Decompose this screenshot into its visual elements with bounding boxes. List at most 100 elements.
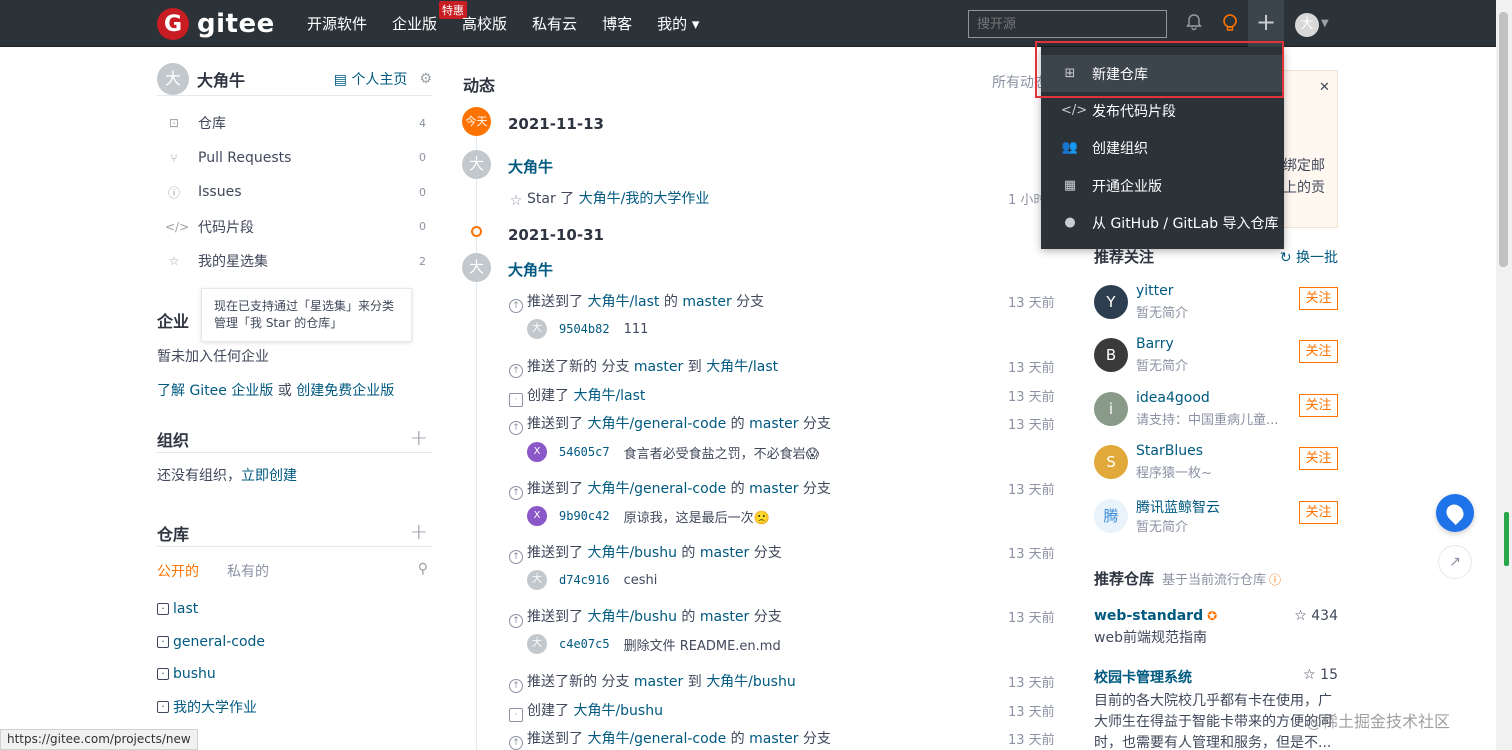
repo-item[interactable]: · general-code bbox=[157, 626, 432, 659]
add-org-icon[interactable]: + bbox=[410, 426, 428, 451]
follow-button[interactable]: 关注 bbox=[1299, 394, 1338, 417]
commit-sha[interactable]: 9504b82 bbox=[559, 322, 610, 336]
avatar[interactable]: X bbox=[527, 442, 547, 462]
avatar[interactable]: 大 bbox=[527, 319, 547, 339]
repo-link[interactable]: 大角牛/bushu bbox=[587, 609, 677, 625]
sidebar-item-pull-requests[interactable]: ⑂ Pull Requests 0 bbox=[157, 141, 432, 176]
assistant-float-button[interactable] bbox=[1436, 494, 1474, 532]
sidebar-item-stars[interactable]: ☆ 我的星选集 2 bbox=[157, 244, 432, 279]
follow-button[interactable]: 关注 bbox=[1299, 447, 1338, 470]
user-name[interactable]: idea4good bbox=[1136, 390, 1210, 406]
commit-sha[interactable]: d74c916 bbox=[559, 573, 610, 587]
share-icon[interactable]: ↗ bbox=[1438, 545, 1472, 579]
create-enterprise-link[interactable]: 创建免费企业版 bbox=[296, 383, 394, 399]
menu-item-enterprise[interactable]: ▦ 开通企业版 bbox=[1041, 167, 1284, 204]
event-text: 推送到了 bbox=[527, 416, 588, 432]
scrollbar-thumb[interactable] bbox=[1499, 12, 1508, 267]
commit-sha[interactable]: 54605c7 bbox=[559, 445, 610, 459]
create-plus-button[interactable]: + bbox=[1248, 0, 1284, 47]
commit-sha[interactable]: 9b90c42 bbox=[559, 509, 610, 523]
user-desc: 暂无简介 bbox=[1136, 306, 1189, 321]
branch-link[interactable]: master bbox=[749, 416, 798, 432]
follow-button[interactable]: 关注 bbox=[1299, 287, 1338, 310]
gear-icon[interactable]: ⚙ bbox=[419, 71, 432, 87]
user-name[interactable]: StarBlues bbox=[1136, 443, 1203, 459]
sidebar-item-issues[interactable]: ⓘ Issues 0 bbox=[157, 175, 432, 210]
avatar[interactable]: 大 bbox=[157, 62, 189, 95]
learn-enterprise-link[interactable]: 了解 Gitee 企业版 bbox=[157, 383, 273, 399]
refresh-button[interactable]: ↻ 换一批 bbox=[1280, 247, 1338, 267]
user-name[interactable]: 腾讯蓝鲸智云 bbox=[1136, 497, 1220, 517]
repo-link[interactable]: 大角牛/我的大学作业 bbox=[579, 191, 710, 207]
avatar[interactable]: 大 bbox=[462, 253, 491, 282]
nav-education[interactable]: 高校版 bbox=[462, 13, 507, 34]
repo-name[interactable]: 校园卡管理系统 bbox=[1094, 667, 1338, 687]
repo-item[interactable]: · bushu bbox=[157, 658, 432, 691]
profile-home-link[interactable]: ▤ 个人主页 bbox=[334, 69, 408, 89]
close-icon[interactable]: ✕ bbox=[1319, 80, 1330, 95]
feed-user-name[interactable]: 大角牛 bbox=[508, 259, 553, 280]
repo-name[interactable]: web-standard bbox=[1094, 608, 1203, 624]
user-name[interactable]: yitter bbox=[1136, 283, 1174, 299]
nav-blog[interactable]: 博客 bbox=[602, 13, 632, 34]
nav-mine[interactable]: 我的 ▾ bbox=[657, 13, 699, 34]
commit-sha[interactable]: c4e07c5 bbox=[559, 637, 610, 651]
avatar[interactable]: 大 bbox=[527, 634, 547, 654]
branch-link[interactable]: master bbox=[700, 545, 749, 561]
tab-public[interactable]: 公开的 bbox=[157, 561, 199, 581]
sidebar-item-snippets[interactable]: </> 代码片段 0 bbox=[157, 210, 432, 245]
help-icon[interactable]: ⓘ bbox=[1269, 571, 1281, 588]
search-input[interactable] bbox=[968, 10, 1167, 38]
avatar[interactable]: 大 bbox=[527, 570, 547, 590]
user-avatar[interactable]: 大 bbox=[1295, 13, 1319, 37]
repo-link[interactable]: 大角牛/last bbox=[706, 359, 778, 375]
repo-link[interactable]: 大角牛/bushu bbox=[573, 703, 663, 719]
avatar[interactable]: B bbox=[1094, 338, 1128, 372]
repo-link[interactable]: 大角牛/bushu bbox=[706, 674, 796, 690]
avatar[interactable]: i bbox=[1094, 392, 1128, 426]
user-desc: 暂无简介 bbox=[1136, 359, 1189, 374]
repo-link[interactable]: 大角牛/last bbox=[587, 294, 659, 310]
gitee-logo[interactable]: G gitee bbox=[157, 8, 275, 40]
repo-link[interactable]: 大角牛/general-code bbox=[587, 481, 726, 497]
lightbulb-icon[interactable] bbox=[1220, 13, 1240, 33]
avatar[interactable]: S bbox=[1094, 445, 1128, 479]
repo-tabs: 公开的 私有的 ⚲ bbox=[157, 561, 432, 581]
star-count[interactable]: ☆ 434 bbox=[1294, 608, 1338, 624]
repo-item[interactable]: · last bbox=[157, 593, 432, 626]
branch-link[interactable]: master bbox=[700, 609, 749, 625]
nav-enterprise[interactable]: 企业版 特惠 bbox=[392, 1, 468, 34]
event-time: 13 天前 bbox=[1008, 296, 1055, 311]
branch-link[interactable]: master bbox=[749, 731, 798, 747]
user-name[interactable]: Barry bbox=[1136, 336, 1174, 352]
user-name[interactable]: 大角牛 bbox=[197, 67, 334, 91]
create-org-link[interactable]: 立即创建 bbox=[241, 468, 297, 484]
repo-link[interactable]: 大角牛/last bbox=[573, 388, 645, 404]
sidebar-item-repos[interactable]: ⊡ 仓库 4 bbox=[157, 106, 432, 141]
chevron-down-icon[interactable]: ▼ bbox=[1321, 18, 1329, 29]
repo-link[interactable]: 大角牛/bushu bbox=[587, 545, 677, 561]
avatar[interactable]: Y bbox=[1094, 285, 1128, 319]
avatar[interactable]: 腾 bbox=[1094, 499, 1128, 533]
branch-link[interactable]: master bbox=[634, 359, 683, 375]
avatar[interactable]: X bbox=[527, 506, 547, 526]
repo-link[interactable]: 大角牛/general-code bbox=[587, 731, 726, 747]
nav-private-cloud[interactable]: 私有云 bbox=[532, 13, 577, 34]
menu-item-new-org[interactable]: 👥 创建组织 bbox=[1041, 129, 1284, 166]
repo-item[interactable]: · 我的大学作业 bbox=[157, 691, 432, 724]
add-repo-icon[interactable]: + bbox=[410, 520, 428, 545]
search-icon[interactable]: ⚲ bbox=[418, 561, 428, 581]
branch-link[interactable]: master bbox=[749, 481, 798, 497]
follow-button[interactable]: 关注 bbox=[1299, 501, 1338, 524]
branch-link[interactable]: master bbox=[682, 294, 731, 310]
tab-private[interactable]: 私有的 bbox=[227, 561, 269, 581]
bell-icon[interactable] bbox=[1184, 13, 1204, 33]
follow-button[interactable]: 关注 bbox=[1299, 340, 1338, 363]
nav-open-source[interactable]: 开源软件 bbox=[307, 13, 367, 34]
menu-item-import[interactable]: ● 从 GitHub / GitLab 导入仓库 bbox=[1041, 204, 1284, 241]
star-count[interactable]: ☆ 15 bbox=[1303, 667, 1338, 683]
repo-link[interactable]: 大角牛/general-code bbox=[587, 416, 726, 432]
avatar[interactable]: 大 bbox=[462, 150, 491, 179]
branch-link[interactable]: master bbox=[634, 674, 683, 690]
feed-user-name[interactable]: 大角牛 bbox=[508, 156, 553, 177]
